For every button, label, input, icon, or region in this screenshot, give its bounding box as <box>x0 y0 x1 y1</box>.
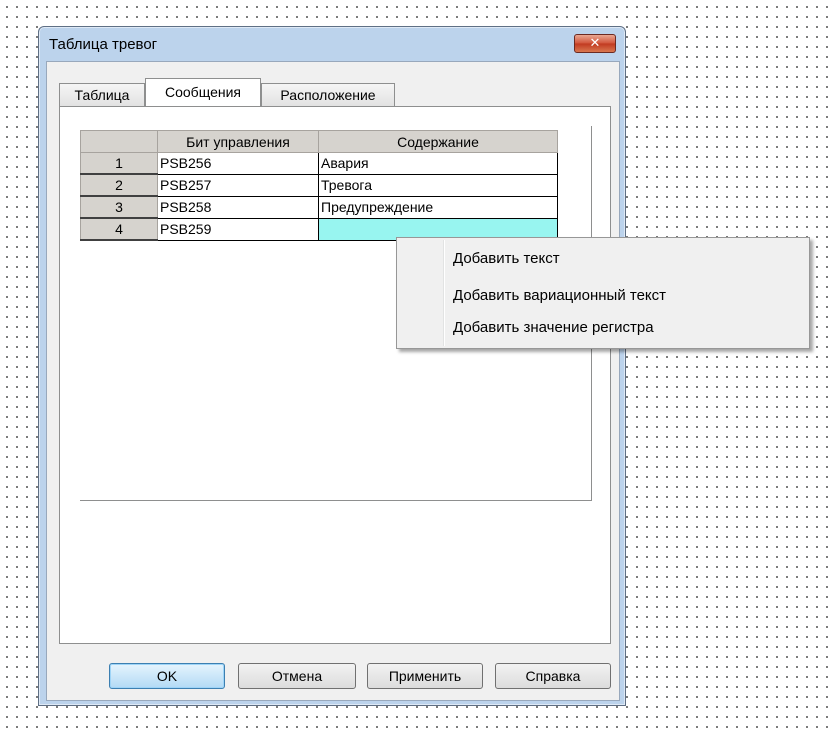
content-cell[interactable]: Предупреждение <box>318 195 558 219</box>
tab-label: Таблица <box>74 87 130 103</box>
menu-item-add-text[interactable]: Добавить текст <box>453 250 560 267</box>
ok-button-label: OK <box>156 668 178 684</box>
tab-location[interactable]: Расположение <box>261 83 395 107</box>
control-bit-cell[interactable]: PSB256 <box>157 152 319 175</box>
close-button[interactable]: ✕ <box>574 34 616 53</box>
row-number[interactable]: 4 <box>80 217 158 241</box>
tab-label: Сообщения <box>165 84 241 100</box>
content-cell[interactable]: Авария <box>318 152 558 175</box>
messages-table: Бит управления Содержание 1 PSB256 Авари… <box>80 130 558 241</box>
control-bit-cell[interactable]: PSB258 <box>157 195 319 219</box>
control-bit-cell[interactable]: PSB257 <box>157 173 319 197</box>
apply-button[interactable]: Применить <box>367 663 483 689</box>
dialog-title: Таблица тревог <box>49 36 158 53</box>
ok-button[interactable]: OK <box>109 663 225 689</box>
tab-label: Расположение <box>280 87 376 103</box>
row-number[interactable]: 2 <box>80 173 158 197</box>
column-header-content[interactable]: Содержание <box>318 130 558 153</box>
title-bar[interactable]: Таблица тревог ✕ <box>39 27 625 65</box>
context-menu: Добавить текст Добавить вариационный тек… <box>396 237 810 349</box>
content-cell[interactable]: Тревога <box>318 173 558 197</box>
cancel-button[interactable]: Отмена <box>238 663 356 689</box>
column-header-control-bit[interactable]: Бит управления <box>157 130 319 153</box>
apply-button-label: Применить <box>388 668 462 684</box>
table-row: 2 PSB257 Тревога <box>80 173 558 197</box>
menu-item-add-register-value[interactable]: Добавить значение регистра <box>453 319 654 336</box>
tab-messages[interactable]: Сообщения <box>145 78 261 106</box>
row-number[interactable]: 3 <box>80 195 158 219</box>
menu-icon-gutter <box>443 240 445 346</box>
row-number[interactable]: 1 <box>80 152 158 175</box>
help-button-label: Справка <box>525 668 581 684</box>
menu-item-add-variable-text[interactable]: Добавить вариационный текст <box>453 287 666 304</box>
close-icon: ✕ <box>589 36 601 51</box>
tab-table[interactable]: Таблица <box>59 83 145 107</box>
row-header-corner <box>80 130 158 153</box>
table-header-row: Бит управления Содержание <box>80 130 558 153</box>
table-row: 1 PSB256 Авария <box>80 152 558 175</box>
control-bit-cell[interactable]: PSB259 <box>157 217 319 241</box>
help-button[interactable]: Справка <box>495 663 611 689</box>
table-row: 3 PSB258 Предупреждение <box>80 195 558 219</box>
cancel-button-label: Отмена <box>271 668 323 684</box>
